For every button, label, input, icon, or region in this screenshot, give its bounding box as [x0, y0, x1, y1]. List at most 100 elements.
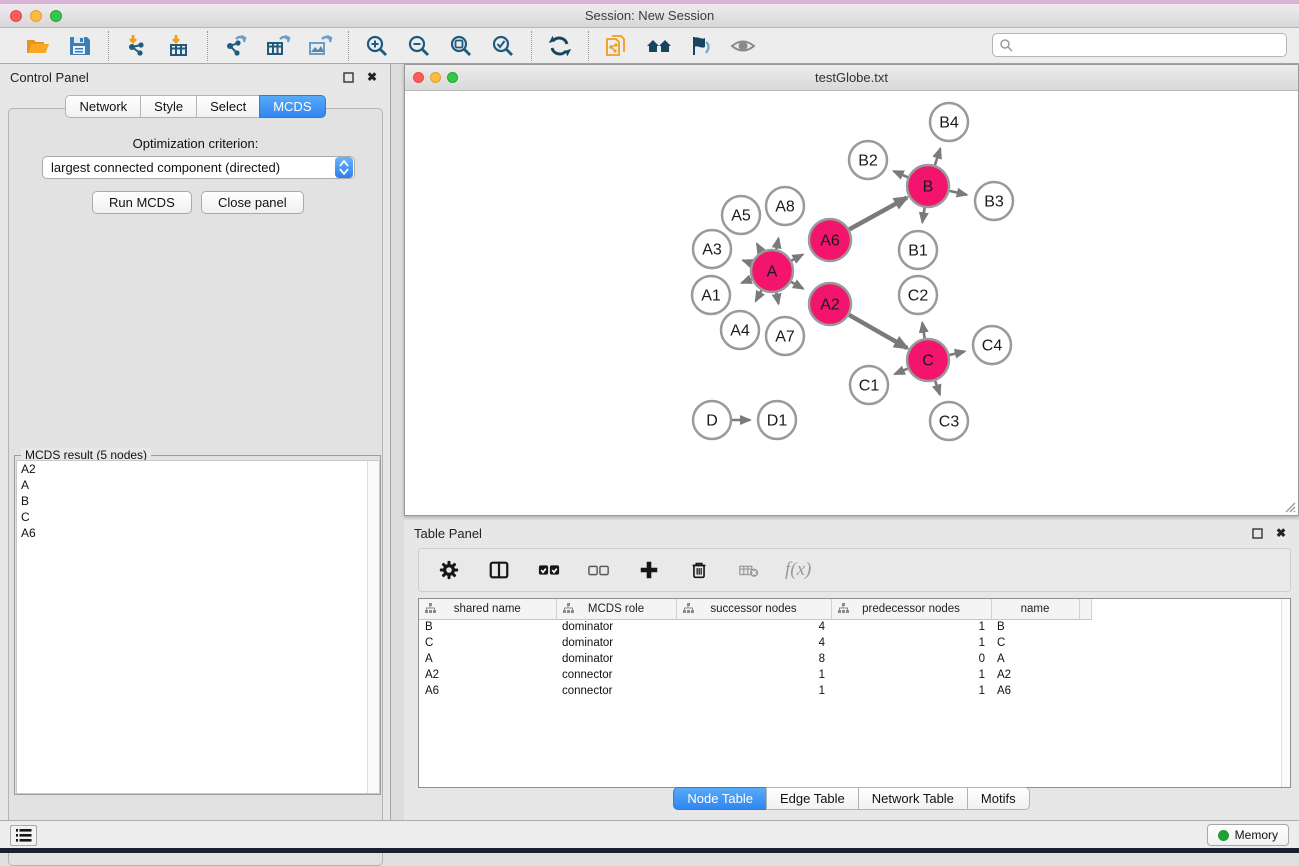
- edge-A-A1[interactable]: [742, 279, 752, 283]
- graph-node-B[interactable]: B: [907, 165, 949, 207]
- graph-node-A4[interactable]: A4: [721, 311, 759, 349]
- table-options-gear-icon[interactable]: [435, 557, 463, 583]
- cell-successor-nodes[interactable]: 4: [676, 619, 831, 635]
- minimize-window-button[interactable]: [30, 10, 42, 22]
- network-window-titlebar[interactable]: testGlobe.txt: [405, 65, 1298, 91]
- graph-node-C[interactable]: C: [907, 339, 949, 381]
- graph-node-A8[interactable]: A8: [766, 187, 804, 225]
- network-zoom-button[interactable]: [447, 72, 458, 83]
- export-table-icon[interactable]: [264, 33, 292, 59]
- edge-B-B2[interactable]: [894, 171, 908, 177]
- tab-network-table[interactable]: Network Table: [858, 787, 968, 810]
- edge-A-A5[interactable]: [757, 244, 761, 252]
- graph-node-B1[interactable]: B1: [899, 231, 937, 269]
- table-row[interactable]: A2connector11A2: [419, 667, 1091, 683]
- edge-A-A4[interactable]: [756, 290, 762, 301]
- graph-node-D[interactable]: D: [693, 401, 731, 439]
- cell-shared-name[interactable]: C: [419, 635, 556, 651]
- cell-successor-nodes[interactable]: 8: [676, 651, 831, 667]
- graph-node-A6[interactable]: A6: [809, 219, 851, 261]
- edge-A-A3[interactable]: [743, 260, 751, 263]
- run-mcds-button[interactable]: Run MCDS: [92, 191, 192, 214]
- graph-node-B4[interactable]: B4: [930, 103, 968, 141]
- cell-predecessor-nodes[interactable]: 1: [831, 667, 991, 683]
- cell-predecessor-nodes[interactable]: 1: [831, 635, 991, 651]
- graph-node-B3[interactable]: B3: [975, 182, 1013, 220]
- search-input[interactable]: [1013, 35, 1286, 55]
- save-session-icon[interactable]: [66, 33, 94, 59]
- cell-shared-name[interactable]: A: [419, 651, 556, 667]
- toggle-graphics-details-icon[interactable]: [687, 33, 715, 59]
- cell-shared-name[interactable]: A6: [419, 683, 556, 699]
- graph-node-A1[interactable]: A1: [692, 276, 730, 314]
- edge-B-B4[interactable]: [935, 149, 940, 165]
- edge-A-A6[interactable]: [791, 255, 802, 261]
- show-hide-eye-icon[interactable]: [729, 33, 757, 59]
- graph-node-A3[interactable]: A3: [693, 230, 731, 268]
- mcds-result-item[interactable]: C: [17, 509, 379, 525]
- function-builder-button[interactable]: f(x): [785, 559, 811, 581]
- cell-predecessor-nodes[interactable]: 1: [831, 619, 991, 635]
- window-resize-grip[interactable]: [1282, 499, 1296, 513]
- cell-MCDS-role[interactable]: dominator: [556, 635, 676, 651]
- edge-A2-C[interactable]: [849, 315, 907, 348]
- edge-A-A7[interactable]: [776, 293, 778, 304]
- network-close-button[interactable]: [413, 72, 424, 83]
- cell-name[interactable]: B: [991, 619, 1079, 635]
- criterion-dropdown[interactable]: largest connected component (directed): [42, 156, 355, 179]
- show-column-icon[interactable]: [485, 557, 513, 583]
- cell-predecessor-nodes[interactable]: 1: [831, 683, 991, 699]
- zoom-window-button[interactable]: [50, 10, 62, 22]
- mcds-result-item[interactable]: A: [17, 477, 379, 493]
- deselect-all-icon[interactable]: [585, 557, 613, 583]
- edge-A-A8[interactable]: [776, 238, 778, 249]
- network-graph-canvas[interactable]: B4B2BB3A8A5A6A3B1AA1C2A2A4A7C4CC1DD1C3: [405, 91, 1298, 515]
- mcds-result-item[interactable]: A2: [17, 461, 379, 477]
- export-image-icon[interactable]: [306, 33, 334, 59]
- tab-motifs[interactable]: Motifs: [967, 787, 1030, 810]
- table-row[interactable]: Adominator80A: [419, 651, 1091, 667]
- cell-successor-nodes[interactable]: 1: [676, 683, 831, 699]
- edge-B-B1[interactable]: [922, 208, 924, 223]
- cell-predecessor-nodes[interactable]: 0: [831, 651, 991, 667]
- export-network-icon[interactable]: [222, 33, 250, 59]
- edge-A6-B[interactable]: [849, 198, 907, 230]
- cell-successor-nodes[interactable]: 1: [676, 667, 831, 683]
- refresh-icon[interactable]: [546, 33, 574, 59]
- close-window-button[interactable]: [10, 10, 22, 22]
- graph-node-C3[interactable]: C3: [930, 402, 968, 440]
- cell-successor-nodes[interactable]: 4: [676, 635, 831, 651]
- cell-MCDS-role[interactable]: connector: [556, 667, 676, 683]
- tab-node-table[interactable]: Node Table: [673, 787, 767, 810]
- graph-node-C1[interactable]: C1: [850, 366, 888, 404]
- mcds-result-item[interactable]: A6: [17, 525, 379, 541]
- table-float-panel-icon[interactable]: [1249, 525, 1265, 541]
- table-row[interactable]: A6connector11A6: [419, 683, 1091, 699]
- edge-A-A2[interactable]: [791, 282, 803, 289]
- tab-network[interactable]: Network: [65, 95, 141, 118]
- network-minimize-button[interactable]: [430, 72, 441, 83]
- memory-button[interactable]: Memory: [1207, 824, 1289, 846]
- table-scrollbar[interactable]: [1281, 599, 1290, 787]
- cell-shared-name[interactable]: B: [419, 619, 556, 635]
- column-header-successor-nodes[interactable]: successor nodes: [676, 599, 831, 619]
- graph-node-A5[interactable]: A5: [722, 196, 760, 234]
- float-panel-icon[interactable]: [340, 69, 356, 85]
- cell-MCDS-role[interactable]: dominator: [556, 619, 676, 635]
- zoom-selected-icon[interactable]: [489, 33, 517, 59]
- column-header-MCDS-role[interactable]: MCDS role: [556, 599, 676, 619]
- edge-C-C4[interactable]: [949, 351, 964, 355]
- graph-node-C4[interactable]: C4: [973, 326, 1011, 364]
- cell-name[interactable]: A2: [991, 667, 1079, 683]
- task-history-button[interactable]: [10, 825, 37, 846]
- cell-MCDS-role[interactable]: connector: [556, 683, 676, 699]
- graph-node-A7[interactable]: A7: [766, 317, 804, 355]
- edge-C-C2[interactable]: [922, 323, 924, 339]
- column-header-predecessor-nodes[interactable]: predecessor nodes: [831, 599, 991, 619]
- cell-MCDS-role[interactable]: dominator: [556, 651, 676, 667]
- table-close-panel-icon[interactable]: ✖: [1273, 525, 1289, 541]
- tab-edge-table[interactable]: Edge Table: [766, 787, 859, 810]
- tab-mcds[interactable]: MCDS: [259, 95, 325, 118]
- tab-style[interactable]: Style: [140, 95, 197, 118]
- close-panel-button[interactable]: Close panel: [201, 191, 304, 214]
